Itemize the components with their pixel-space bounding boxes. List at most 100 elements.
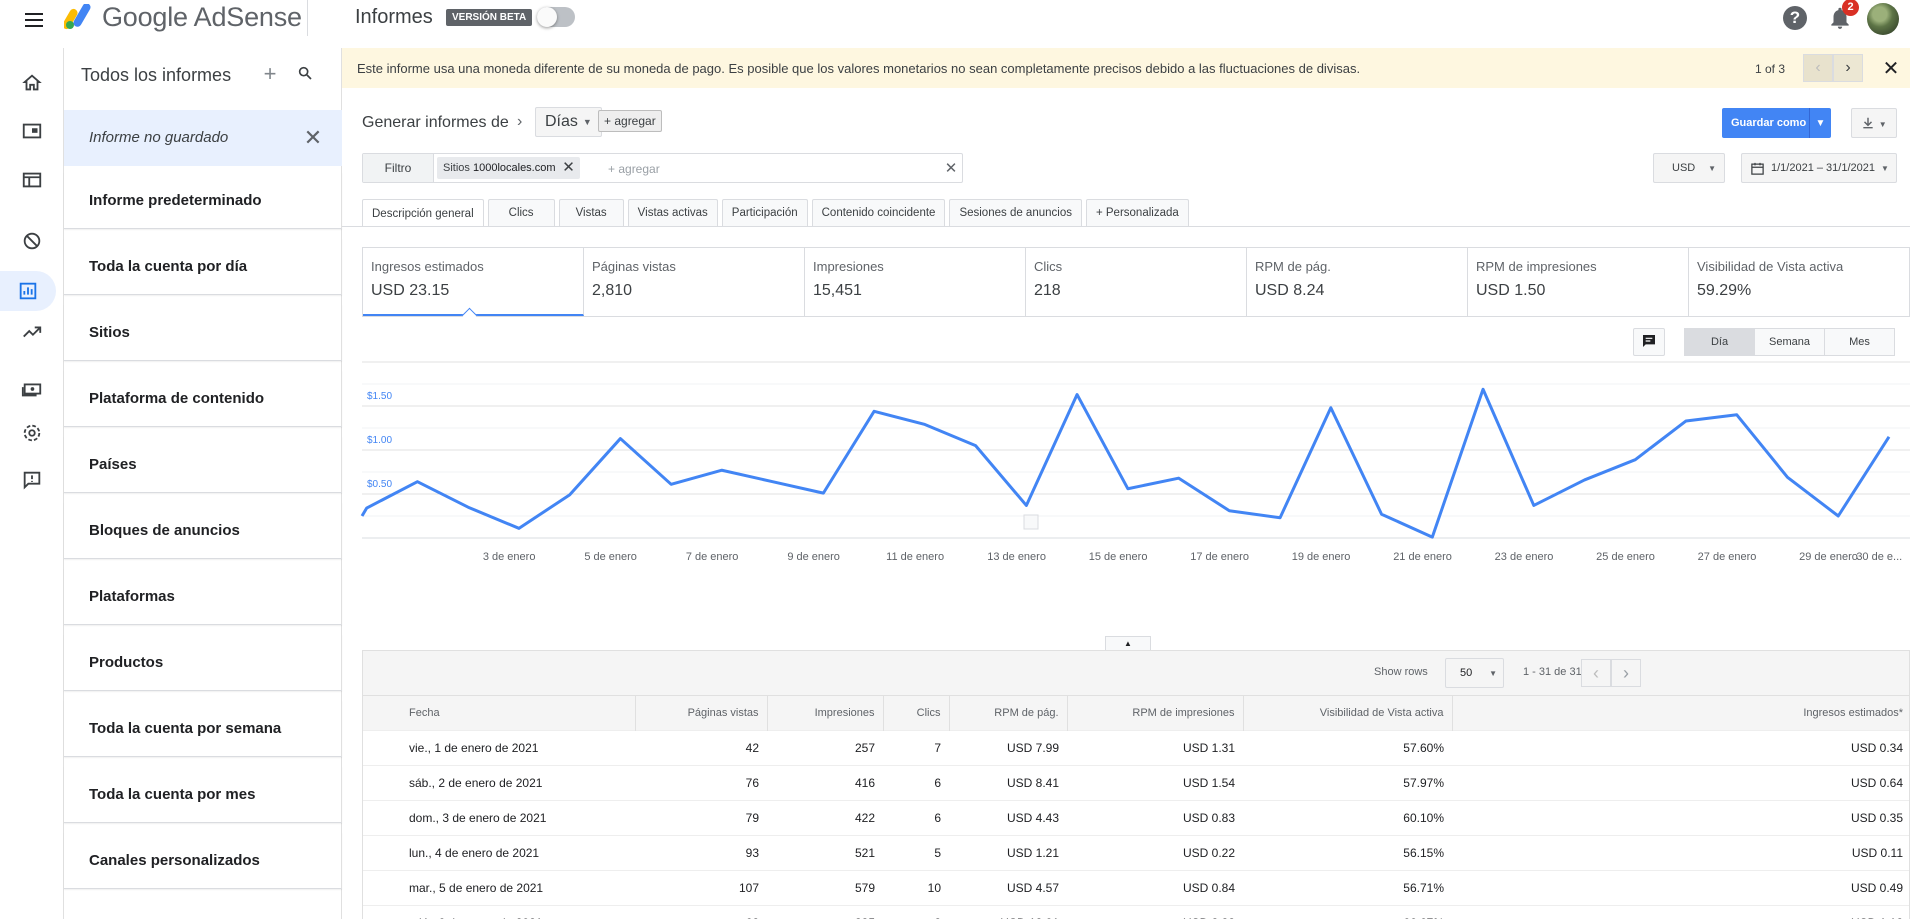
rail-reports[interactable] (0, 271, 56, 311)
rows-per-page-select[interactable]: 50 ▼ (1445, 658, 1504, 688)
column-header-clicks[interactable]: Clics (882, 695, 949, 731)
column-header-page-rpm[interactable]: RPM de pág. (948, 695, 1067, 731)
column-header-active-view[interactable]: Visibilidad de Vista activa (1242, 695, 1452, 731)
main-menu-button[interactable] (22, 8, 46, 32)
report-item-label: Bloques de anuncios (89, 522, 240, 539)
save-as-button[interactable]: Guardar como (1722, 108, 1816, 138)
metric-impressions[interactable]: Impresiones 15,451 (805, 248, 1026, 316)
granularity-day[interactable]: Día (1684, 328, 1755, 356)
dropdown-arrow-icon: ▼ (1708, 163, 1716, 173)
account-avatar[interactable] (1867, 3, 1899, 35)
report-item-label: Toda la cuenta por semana (89, 720, 282, 737)
dimension-select[interactable]: Días ▼ (535, 107, 602, 137)
help-button[interactable]: ? (1783, 6, 1807, 30)
tab-ad-sessions[interactable]: Sesiones de anuncios (949, 199, 1082, 226)
metric-value: USD 1.50 (1476, 282, 1546, 299)
annotations-button[interactable] (1633, 328, 1665, 356)
report-item[interactable]: Toda la cuenta por día (64, 238, 342, 295)
table-cell: 6 (934, 811, 941, 825)
table-cell: USD 4.43 (1006, 811, 1059, 825)
report-item[interactable]: Bloques de anuncios (64, 502, 342, 559)
metric-estimated-earnings[interactable]: Ingresos estimados USD 23.15 (363, 248, 584, 316)
unsaved-report-item[interactable]: Informe no guardado ✕ (64, 110, 342, 166)
tab-custom[interactable]: + Personalizada (1085, 199, 1189, 226)
rail-ads[interactable] (8, 111, 56, 151)
date-range-picker[interactable]: 1/1/2021 – 31/1/2021 ▼ (1741, 153, 1897, 183)
filter-input[interactable] (608, 159, 908, 179)
download-button[interactable]: ▼ (1851, 108, 1897, 138)
save-options-button[interactable]: ▼ (1809, 108, 1831, 138)
report-item[interactable]: Productos (64, 634, 342, 691)
report-item[interactable]: Toda la cuenta por mes (64, 766, 342, 823)
table-cell: 10 (927, 881, 941, 895)
granularity-month[interactable]: Mes (1824, 328, 1895, 356)
column-header-impression-rpm[interactable]: RPM de impresiones (1066, 695, 1243, 731)
tab-engagement[interactable]: Participación (721, 199, 808, 226)
metric-impression-rpm[interactable]: RPM de impresiones USD 1.50 (1468, 248, 1689, 316)
tab-clicks[interactable]: Clics (487, 199, 555, 226)
metric-value: 218 (1034, 282, 1061, 299)
metric-clicks[interactable]: Clics 218 (1026, 248, 1247, 316)
search-reports-button[interactable] (294, 63, 316, 85)
tab-overview[interactable]: Descripción general (362, 199, 484, 227)
report-item-label: Canales personalizados (89, 852, 260, 869)
table-header-row: Fecha Páginas vistas Impresiones Clics R… (363, 695, 1909, 731)
rail-feedback[interactable] (8, 460, 56, 500)
report-item-label: Toda la cuenta por mes (89, 786, 256, 803)
column-header-impressions[interactable]: Impresiones (766, 695, 883, 731)
rail-settings[interactable] (8, 413, 56, 453)
column-header-page-views[interactable]: Páginas vistas (634, 695, 767, 731)
column-header-estimated-earnings[interactable]: Ingresos estimados* (1451, 695, 1909, 731)
table-row[interactable]: mar., 5 de enero de 2021 107 579 10 USD 4.57… (363, 870, 1909, 906)
close-unsaved-report-button[interactable]: ✕ (301, 126, 325, 150)
rail-sites[interactable] (8, 160, 56, 200)
tab-matched-content[interactable]: Contenido coincidente (811, 199, 946, 226)
metric-page-rpm[interactable]: RPM de pág. USD 8.24 (1247, 248, 1468, 316)
previous-page-button[interactable]: ‹ (1581, 659, 1611, 687)
collapse-chart-button[interactable]: ▲ (1105, 636, 1151, 651)
banner-close-button[interactable]: ✕ (1879, 56, 1903, 80)
report-table-container: Show rows 50 ▼ 1 - 31 de 31 ‹ › Fecha Pá… (362, 650, 1910, 919)
table-row[interactable]: sáb., 2 de enero de 2021 76 416 6 USD 8.41 US… (363, 765, 1909, 801)
rail-payments[interactable] (8, 369, 56, 409)
beta-toggle[interactable] (537, 7, 575, 27)
clear-filters-button[interactable]: ✕ (941, 158, 961, 178)
metric-label: Impresiones (813, 259, 884, 274)
report-item[interactable]: Toda la cuenta por semana (64, 700, 342, 757)
table-row[interactable]: lun., 4 de enero de 2021 93 521 5 USD 1.21 US… (363, 835, 1909, 871)
metric-label: Clics (1034, 259, 1063, 274)
rail-home[interactable] (8, 63, 56, 103)
metric-active-view-viewable[interactable]: Visibilidad de Vista activa 59.29% (1689, 248, 1909, 316)
rail-blocking[interactable] (8, 221, 56, 261)
table-cell: USD 0.83 (1182, 811, 1235, 825)
ads-icon (22, 123, 42, 139)
currency-select[interactable]: USD ▼ (1653, 153, 1725, 183)
table-row[interactable]: dom., 3 de enero de 2021 79 422 6 USD 4.43 US… (363, 800, 1909, 836)
filter-label[interactable]: Filtro (363, 154, 434, 182)
report-item[interactable]: Sitios (64, 304, 342, 361)
add-report-button[interactable]: + (258, 62, 282, 86)
report-item[interactable]: Informe predeterminado (64, 172, 342, 229)
banner-next-button[interactable]: › (1833, 54, 1863, 82)
filter-chip[interactable]: Sitios 1000locales.com ✕ (437, 157, 580, 179)
trending-up-icon (23, 326, 42, 338)
tab-views[interactable]: Vistas (558, 199, 624, 226)
report-item[interactable]: Canales personalizados (64, 832, 342, 889)
adsense-logo[interactable]: Google AdSense (64, 0, 302, 34)
column-header-date[interactable]: Fecha (363, 695, 635, 731)
tab-active-views[interactable]: Vistas activas (627, 199, 718, 226)
metric-page-views[interactable]: Páginas vistas 2,810 (584, 248, 805, 316)
banner-previous-button[interactable]: ‹ (1803, 54, 1833, 82)
remove-filter-button[interactable]: ✕ (560, 159, 578, 177)
metric-label: Páginas vistas (592, 259, 676, 274)
report-item[interactable]: Plataformas (64, 568, 342, 625)
table-row[interactable]: mié., 6 de enero de 2021623352USD 18.01U… (363, 905, 1909, 919)
download-icon (1863, 118, 1874, 129)
report-item[interactable]: Plataforma de contenido (64, 370, 342, 427)
granularity-week[interactable]: Semana (1754, 328, 1825, 356)
next-page-button[interactable]: › (1611, 659, 1641, 687)
add-dimension-button[interactable]: + agregar (598, 110, 662, 132)
rail-optimization[interactable] (8, 312, 56, 352)
report-item[interactable]: Países (64, 436, 342, 493)
table-row[interactable]: vie., 1 de enero de 2021 42 257 7 USD 7.99 US… (363, 730, 1909, 766)
